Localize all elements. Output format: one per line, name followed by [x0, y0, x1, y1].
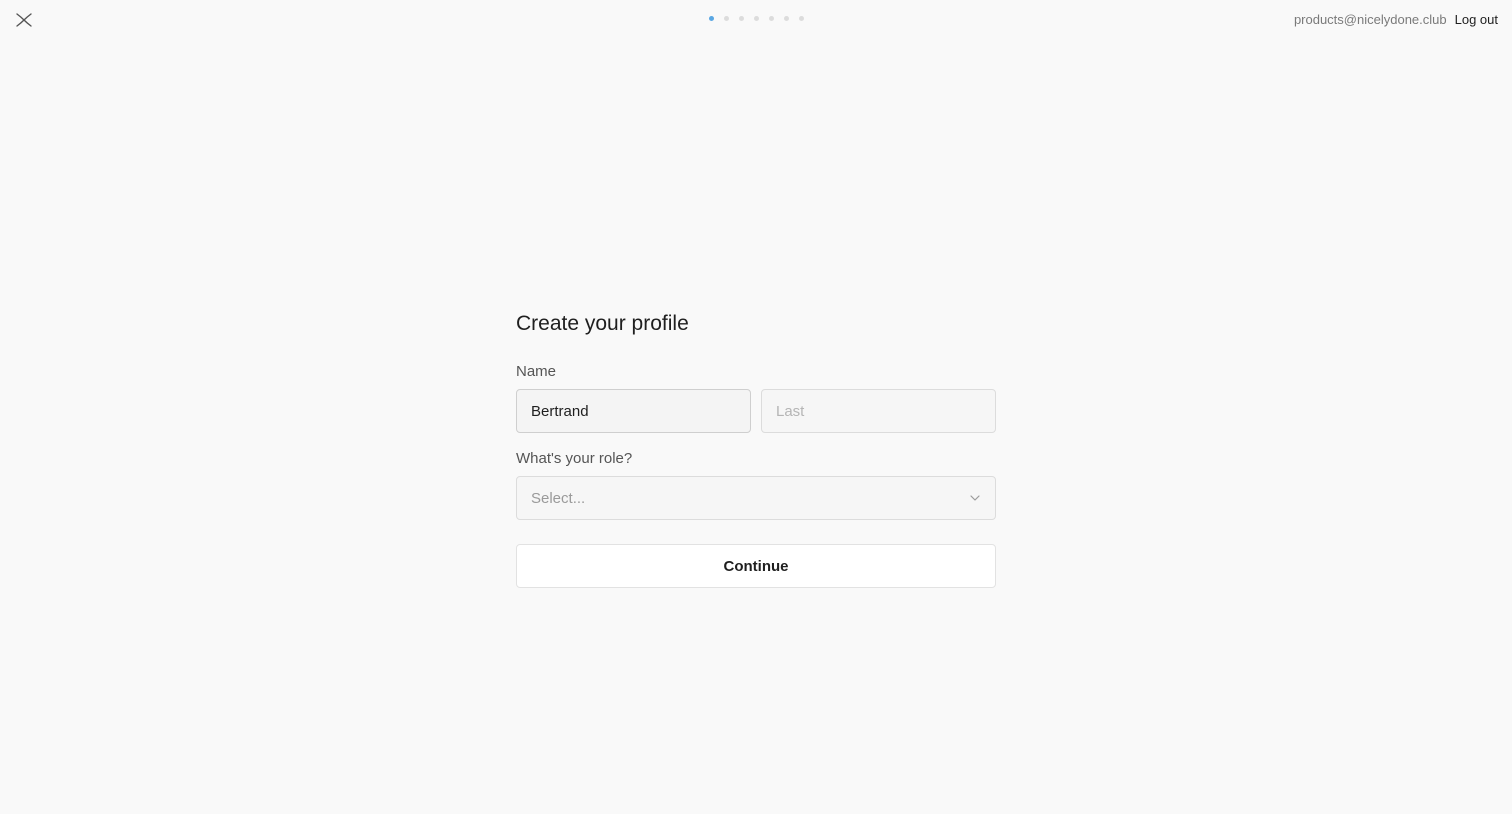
role-select-placeholder: Select...	[531, 489, 586, 507]
last-name-input[interactable]	[761, 389, 996, 433]
progress-dot-7	[798, 16, 804, 21]
name-label: Name	[516, 363, 557, 380]
role-label: What's your role?	[516, 450, 633, 467]
page-title: Create your profile	[516, 312, 689, 335]
account-email: products@nicelydone.club	[1293, 12, 1447, 27]
name-row	[516, 389, 996, 433]
account-area: products@nicelydone.club Log out	[1294, 12, 1498, 27]
profile-form: Create your profile Name What's your rol…	[516, 310, 996, 588]
progress-dot-4	[753, 16, 759, 21]
progress-dot-6	[783, 16, 789, 21]
step-progress	[0, 16, 1512, 21]
first-name-input[interactable]	[516, 389, 751, 433]
progress-dot-1	[708, 16, 714, 21]
progress-dot-2	[723, 16, 729, 21]
logout-link[interactable]: Log out	[1455, 12, 1498, 27]
role-select[interactable]: Select...	[516, 476, 996, 520]
continue-button[interactable]: Continue	[516, 544, 996, 588]
chevron-down-icon	[970, 495, 980, 501]
progress-dot-3	[738, 16, 744, 21]
progress-dot-5	[768, 16, 774, 21]
